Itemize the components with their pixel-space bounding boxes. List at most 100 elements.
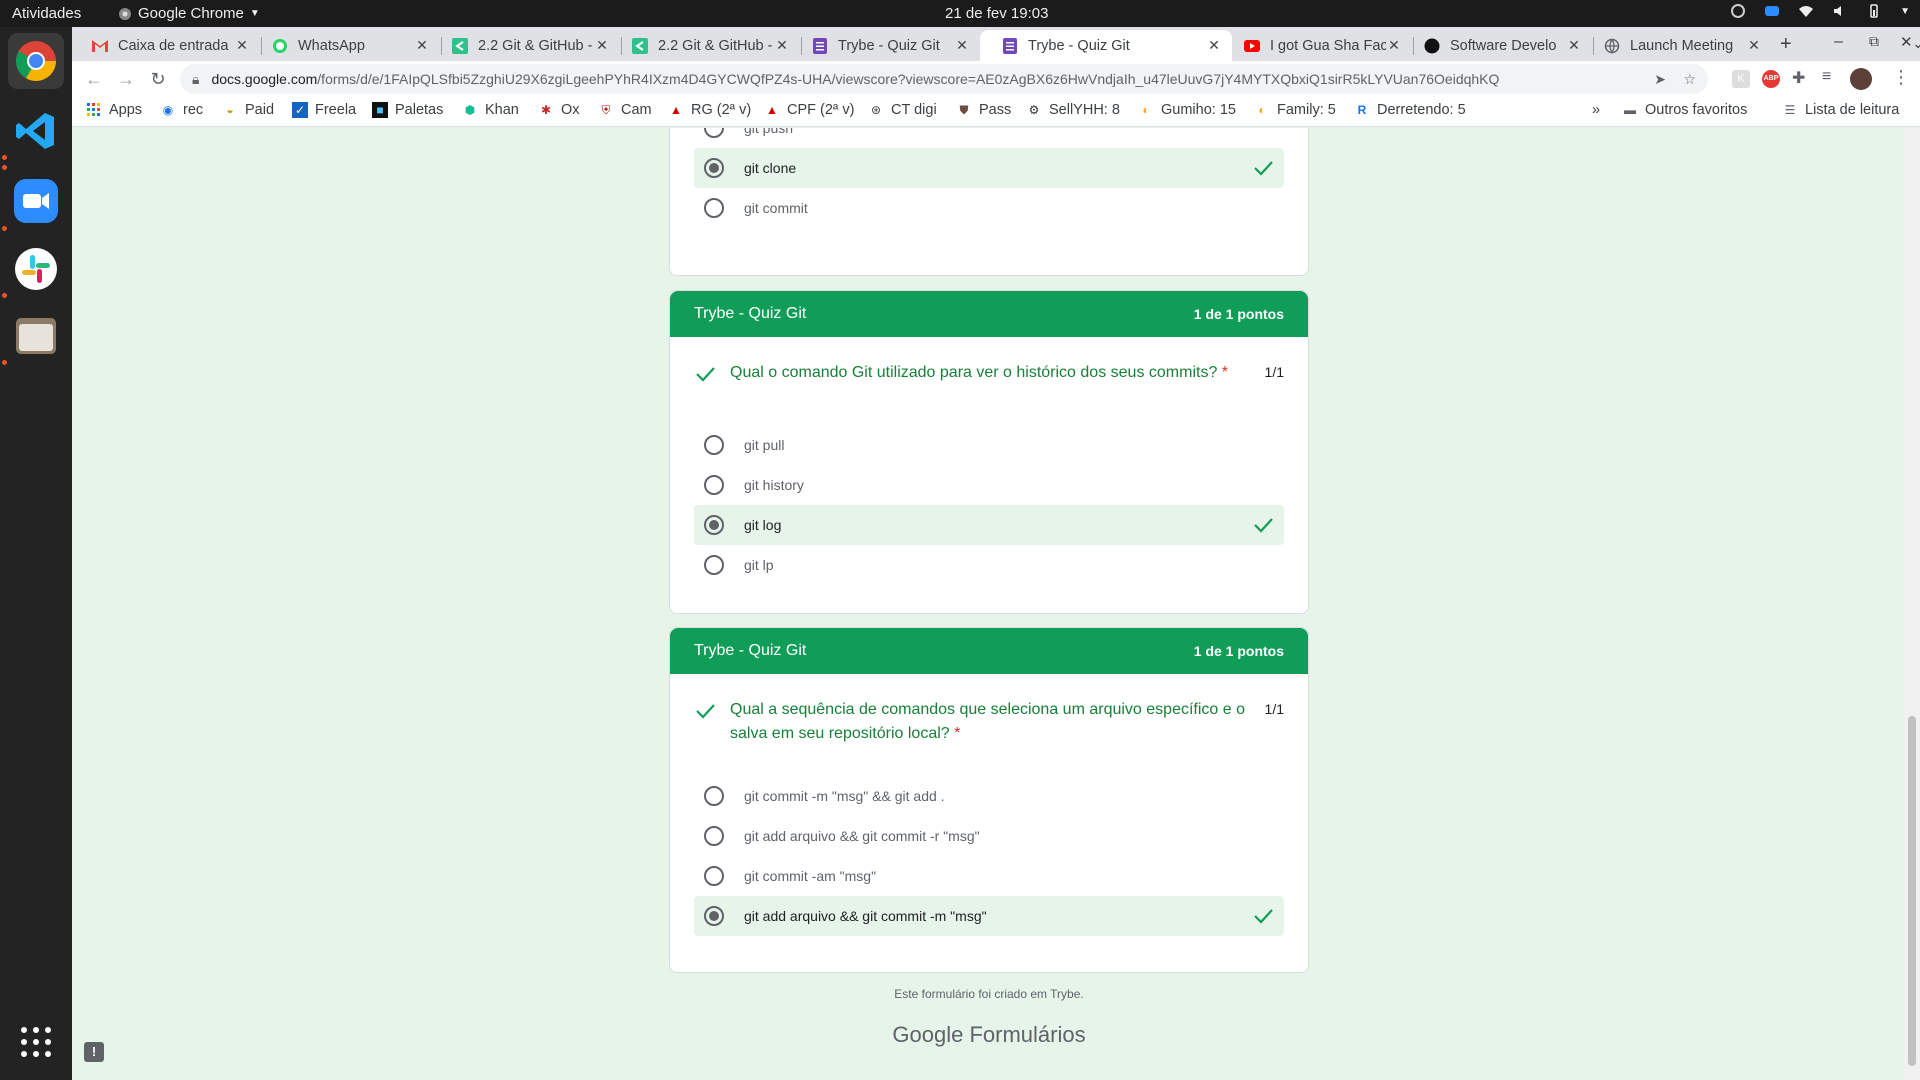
close-icon[interactable]: ✕ (1206, 37, 1222, 54)
new-tab-button[interactable]: + (1780, 33, 1792, 56)
bookmark-freela[interactable]: ✓ Freela (292, 102, 356, 118)
dock-slack[interactable] (8, 241, 64, 297)
bookmark-label: RG (2ª v) (691, 102, 752, 118)
bookmark-cpf[interactable]: ▲ CPF (2ª v) (764, 102, 854, 118)
profile-avatar[interactable] (1850, 68, 1872, 90)
tab-quiz-git-1[interactable]: Trybe - Quiz Git ✕ (802, 30, 980, 61)
gumiho-icon: ◐ (1142, 103, 1150, 117)
tab-git-github-1[interactable]: 2.2 Git & GitHub - ✕ (442, 30, 620, 61)
dock-running-indicator (2, 293, 7, 298)
bookmark-ct-digi[interactable]: ⊛ CT digi (868, 102, 937, 118)
menu-kebab-icon[interactable]: ⋮ (1892, 67, 1910, 88)
bookmark-cam[interactable]: ⛨ Cam (598, 102, 651, 118)
close-icon[interactable]: ✕ (1746, 37, 1762, 54)
address-bar[interactable]: 🔒︎ docs.google.com/forms/d/e/1FAIpQLSfbi… (180, 64, 1708, 94)
bookmark-label: SellYHH: 8 (1049, 102, 1120, 118)
close-window-button[interactable]: ✕ (1900, 33, 1913, 51)
zoom-tray-icon[interactable] (1764, 3, 1780, 19)
tab-strip: Caixa de entrada ✕ WhatsApp ✕ 2.2 Git & … (72, 27, 1920, 61)
bookmark-pass[interactable]: ⛊ Pass (956, 102, 1011, 118)
bookmarks-overflow-button[interactable]: » (1592, 102, 1600, 118)
volume-icon[interactable] (1832, 3, 1848, 19)
option-selected: git log (694, 505, 1284, 545)
family-icon: ◐ (1258, 103, 1266, 117)
minimize-window-button[interactable]: – (1834, 33, 1843, 51)
sell-icon: ⚙ (1028, 103, 1040, 117)
tab-whatsapp[interactable]: WhatsApp ✕ (262, 30, 440, 61)
option-label: git pull (744, 437, 785, 453)
activities-button[interactable]: Atividades (12, 5, 81, 22)
dock-zoom[interactable] (8, 173, 64, 229)
lock-icon[interactable]: 🔒︎ (192, 71, 199, 88)
bookmark-paid[interactable]: ◒ Paid (222, 102, 274, 118)
bookmark-ox[interactable]: ✱ Ox (538, 102, 580, 118)
tab-gmail[interactable]: Caixa de entrada ✕ (82, 30, 260, 61)
option: git pull (694, 425, 1284, 465)
dock-show-apps[interactable] (8, 1014, 64, 1070)
reading-list-button[interactable]: ☰ Lista de leitura (1782, 102, 1900, 118)
bookmark-label: Pass (979, 102, 1012, 118)
media-control-icon[interactable]: ≡ (1822, 68, 1831, 86)
bookmark-label: Derretendo: 5 (1377, 102, 1466, 118)
battery-icon[interactable] (1866, 3, 1882, 19)
close-icon[interactable]: ✕ (594, 37, 610, 54)
system-top-bar: Atividades Google Chrome ▼ 21 de fev 19:… (0, 0, 1920, 27)
extension-k-icon[interactable]: K (1732, 70, 1750, 88)
close-icon[interactable]: ✕ (1386, 37, 1402, 54)
bookmark-other-favorites[interactable]: ▬ Outros favoritos (1622, 102, 1747, 118)
send-tab-icon[interactable]: ➤ (1654, 71, 1666, 88)
slack-icon (15, 248, 57, 290)
slack-tray-icon[interactable] (1730, 3, 1746, 19)
scrollbar-thumb[interactable] (1908, 716, 1916, 1066)
tab-quiz-git-active[interactable]: Trybe - Quiz Git ✕ (980, 30, 1232, 61)
pass-icon: ⛊ (959, 102, 969, 117)
cpf-icon: ▲ (766, 103, 778, 117)
back-button[interactable]: ← (82, 67, 106, 91)
tab-software-dev[interactable]: Software Develo ✕ (1414, 30, 1592, 61)
bookmark-paletas[interactable]: ■ Paletas (372, 102, 443, 118)
forward-button[interactable]: → (114, 67, 138, 91)
google-forms-logo[interactable]: Google Formulários (669, 1022, 1309, 1048)
app-menu[interactable]: Google Chrome ▼ (118, 5, 260, 22)
check-icon (1254, 909, 1273, 924)
clock[interactable]: 21 de fev 19:03 (945, 5, 1048, 22)
close-icon[interactable]: ✕ (954, 37, 970, 54)
question-card: git push git clone git commit (669, 128, 1309, 276)
tab-youtube[interactable]: I got Gua Sha Fac ✕ (1234, 30, 1412, 61)
close-icon[interactable]: ✕ (774, 37, 790, 54)
tab-title: Trybe - Quiz Git (1028, 37, 1130, 54)
footer-note: Este formulário foi criado em Trybe. (894, 987, 1084, 1001)
page-scrollbar[interactable] (1904, 128, 1920, 1080)
freela-icon: ✓ (292, 102, 308, 118)
dock-chrome[interactable] (8, 33, 64, 89)
close-icon[interactable]: ✕ (414, 37, 430, 54)
bookmark-apps[interactable]: Apps (86, 102, 142, 118)
wifi-icon[interactable] (1798, 3, 1814, 19)
dock-vscode[interactable] (8, 103, 64, 159)
bookmark-star-icon[interactable]: ☆ (1683, 71, 1696, 88)
bookmark-rg[interactable]: ▲ RG (2ª v) (668, 102, 751, 118)
option: git history (694, 465, 1284, 505)
forms-icon (1002, 37, 1018, 54)
tab-launch-meeting[interactable]: Launch Meeting ✕ (1594, 30, 1772, 61)
option-label: git commit (744, 200, 808, 216)
maximize-window-button[interactable]: ⧉ (1869, 33, 1879, 50)
bookmark-sellyhh[interactable]: ⚙ SellYHH: 8 (1026, 102, 1120, 118)
bookmark-gumiho[interactable]: ◐ Gumiho: 15 (1138, 102, 1236, 118)
reload-button[interactable]: ↻ (146, 67, 170, 91)
bookmark-derretendo[interactable]: R Derretendo: 5 (1354, 102, 1466, 118)
adblock-icon[interactable]: ABP (1762, 70, 1780, 88)
option: git add arquivo && git commit -r "msg" (694, 816, 1284, 856)
extensions-puzzle-icon[interactable]: ✚ (1792, 68, 1805, 88)
dock-files[interactable] (8, 308, 64, 364)
bookmark-khan[interactable]: ⬢ Khan (462, 102, 519, 118)
option-selected: git clone (694, 148, 1284, 188)
bookmark-family[interactable]: ◐ Family: 5 (1254, 102, 1335, 118)
close-icon[interactable]: ✕ (1566, 37, 1582, 54)
tab-git-github-2[interactable]: 2.2 Git & GitHub - ✕ (622, 30, 800, 61)
bookmark-rec[interactable]: ◉ rec (160, 102, 203, 118)
feedback-icon[interactable]: ! (84, 1042, 104, 1062)
system-tray[interactable]: ▼ (1730, 3, 1910, 19)
close-icon[interactable]: ✕ (234, 37, 250, 54)
power-menu-chevron-icon[interactable]: ▼ (1900, 6, 1910, 17)
